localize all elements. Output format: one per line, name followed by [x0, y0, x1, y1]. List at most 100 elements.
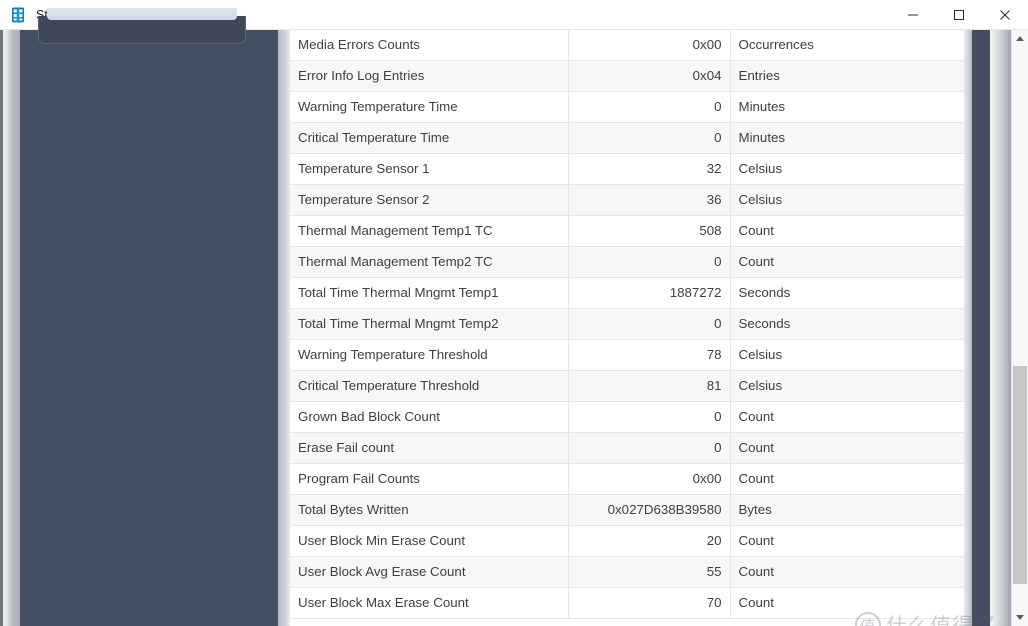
cell-unit: Bytes: [729, 494, 964, 526]
table-row[interactable]: Total Time Thermal Mngmt Temp1 1887272 Sec…: [290, 277, 964, 309]
table-row[interactable]: Program Fail Counts 0x00 Count: [290, 463, 964, 495]
cell-attribute: Media Errors Counts: [290, 30, 568, 61]
cell-attribute: User Block Max Erase Count: [290, 587, 568, 619]
scroll-up-button[interactable]: [1012, 30, 1028, 47]
cell-attribute: User Block Avg Erase Count: [290, 556, 568, 588]
cell-value: 20: [567, 525, 730, 557]
scroll-down-arrow-icon: [1016, 615, 1024, 620]
storage-executive-app-icon: [12, 7, 24, 22]
cell-attribute: Thermal Management Temp2 TC: [290, 246, 568, 278]
minimize-icon: [908, 14, 918, 15]
table-right-edge: [964, 30, 972, 626]
cell-value: 0x027D638B39580: [567, 494, 730, 526]
table-row[interactable]: Thermal Management Temp2 TC 0 Count: [290, 246, 964, 278]
cell-value: 0: [567, 246, 730, 278]
left-window-edge: [0, 30, 3, 626]
cell-unit: Count: [729, 556, 964, 588]
cell-value: 78: [567, 339, 730, 371]
cell-unit: Celsius: [729, 339, 964, 371]
cell-unit: Seconds: [729, 277, 964, 309]
table-row[interactable]: Warning Temperature Time 0 Minutes: [290, 91, 964, 123]
smart-attributes-table: Media Errors Counts 0x00 Occurrences Error …: [290, 30, 964, 619]
table-row[interactable]: Critical Temperature Threshold 81 Celsius: [290, 370, 964, 402]
cell-value: 0x04: [567, 60, 730, 92]
cell-attribute: Total Time Thermal Mngmt Temp2: [290, 308, 568, 340]
maximize-icon: [954, 9, 964, 20]
cell-unit: Celsius: [729, 153, 964, 185]
table-row[interactable]: Critical Temperature Time 0 Minutes: [290, 122, 964, 154]
outer-scroll-gutter: [990, 30, 1011, 626]
left-gutter-strip: [0, 30, 20, 626]
cell-value: 0x00: [567, 463, 730, 495]
cell-value: 36: [567, 184, 730, 216]
minimize-button[interactable]: [890, 0, 936, 30]
cell-value: 81: [567, 370, 730, 402]
cell-attribute: Temperature Sensor 2: [290, 184, 568, 216]
cell-attribute: Thermal Management Temp1 TC: [290, 215, 568, 247]
cell-unit: Occurrences: [729, 30, 964, 61]
close-icon: [1000, 9, 1010, 20]
cell-attribute: Program Fail Counts: [290, 463, 568, 495]
maximize-button[interactable]: [936, 0, 982, 30]
table-row[interactable]: User Block Min Erase Count 20 Count: [290, 525, 964, 557]
cell-value: 0: [567, 308, 730, 340]
cell-unit: Count: [729, 432, 964, 464]
cell-value: 1887272: [567, 277, 730, 309]
table-row[interactable]: Error Info Log Entries 0x04 Entries: [290, 60, 964, 92]
cell-unit: Count: [729, 401, 964, 433]
cell-unit: Count: [729, 463, 964, 495]
scroll-up-arrow-icon: [1016, 36, 1024, 41]
cell-unit: Count: [729, 246, 964, 278]
cell-attribute: User Block Min Erase Count: [290, 525, 568, 557]
app-right-dark-band: [972, 30, 990, 626]
cell-unit: Minutes: [729, 91, 964, 123]
cell-attribute: Warning Temperature Threshold: [290, 339, 568, 371]
table-row[interactable]: Temperature Sensor 1 32 Celsius: [290, 153, 964, 185]
cell-unit: Count: [729, 525, 964, 557]
cell-attribute: Grown Bad Block Count: [290, 401, 568, 433]
cell-attribute: Total Time Thermal Mngmt Temp1: [290, 277, 568, 309]
cell-attribute: Critical Temperature Threshold: [290, 370, 568, 402]
cell-unit: Celsius: [729, 184, 964, 216]
cell-value: 508: [567, 215, 730, 247]
table-row[interactable]: Warning Temperature Threshold 78 Celsius: [290, 339, 964, 371]
table-row[interactable]: Grown Bad Block Count 0 Count: [290, 401, 964, 433]
cell-unit: Count: [729, 587, 964, 619]
scrollbar-thumb[interactable]: [1013, 366, 1027, 584]
table-row[interactable]: Media Errors Counts 0x00 Occurrences: [290, 30, 964, 61]
cell-attribute: Erase Fail count: [290, 432, 568, 464]
smart-attributes-table-container[interactable]: Media Errors Counts 0x00 Occurrences Error …: [290, 30, 964, 626]
scroll-down-button[interactable]: [1012, 609, 1028, 626]
cell-attribute: Temperature Sensor 1: [290, 153, 568, 185]
cell-unit: Entries: [729, 60, 964, 92]
cell-attribute: Total Bytes Written: [290, 494, 568, 526]
cell-unit: Minutes: [729, 122, 964, 154]
navigation-sidebar: [20, 8, 278, 626]
table-row[interactable]: Temperature Sensor 2 36 Celsius: [290, 184, 964, 216]
cell-value: 0: [567, 432, 730, 464]
cell-value: 55: [567, 556, 730, 588]
cell-value: 0: [567, 122, 730, 154]
cell-unit: Seconds: [729, 308, 964, 340]
cell-value: 32: [567, 153, 730, 185]
application-window: Storage Executive: [0, 0, 1028, 626]
table-row[interactable]: User Block Max Erase Count 70 Count: [290, 587, 964, 619]
cell-attribute: Warning Temperature Time: [290, 91, 568, 123]
close-button[interactable]: [982, 0, 1028, 30]
cell-unit: Celsius: [729, 370, 964, 402]
cell-attribute: Error Info Log Entries: [290, 60, 568, 92]
table-row[interactable]: Erase Fail count 0 Count: [290, 432, 964, 464]
table-row[interactable]: Total Time Thermal Mngmt Temp2 0 Seconds: [290, 308, 964, 340]
sidebar-header-card: [38, 8, 246, 44]
sidebar-content-divider: [278, 30, 290, 626]
cell-value: 0x00: [567, 30, 730, 61]
cell-value: 0: [567, 401, 730, 433]
cell-unit: Count: [729, 215, 964, 247]
page-scrollbar[interactable]: [1011, 30, 1028, 626]
table-row[interactable]: Total Bytes Written 0x027D638B39580 Bytes: [290, 494, 964, 526]
sidebar-header-card-highlight: [47, 8, 237, 20]
table-row[interactable]: Thermal Management Temp1 TC 508 Count: [290, 215, 964, 247]
cell-attribute: Critical Temperature Time: [290, 122, 568, 154]
table-row[interactable]: User Block Avg Erase Count 55 Count: [290, 556, 964, 588]
main-content: Media Errors Counts 0x00 Occurrences Error …: [0, 8, 1028, 626]
